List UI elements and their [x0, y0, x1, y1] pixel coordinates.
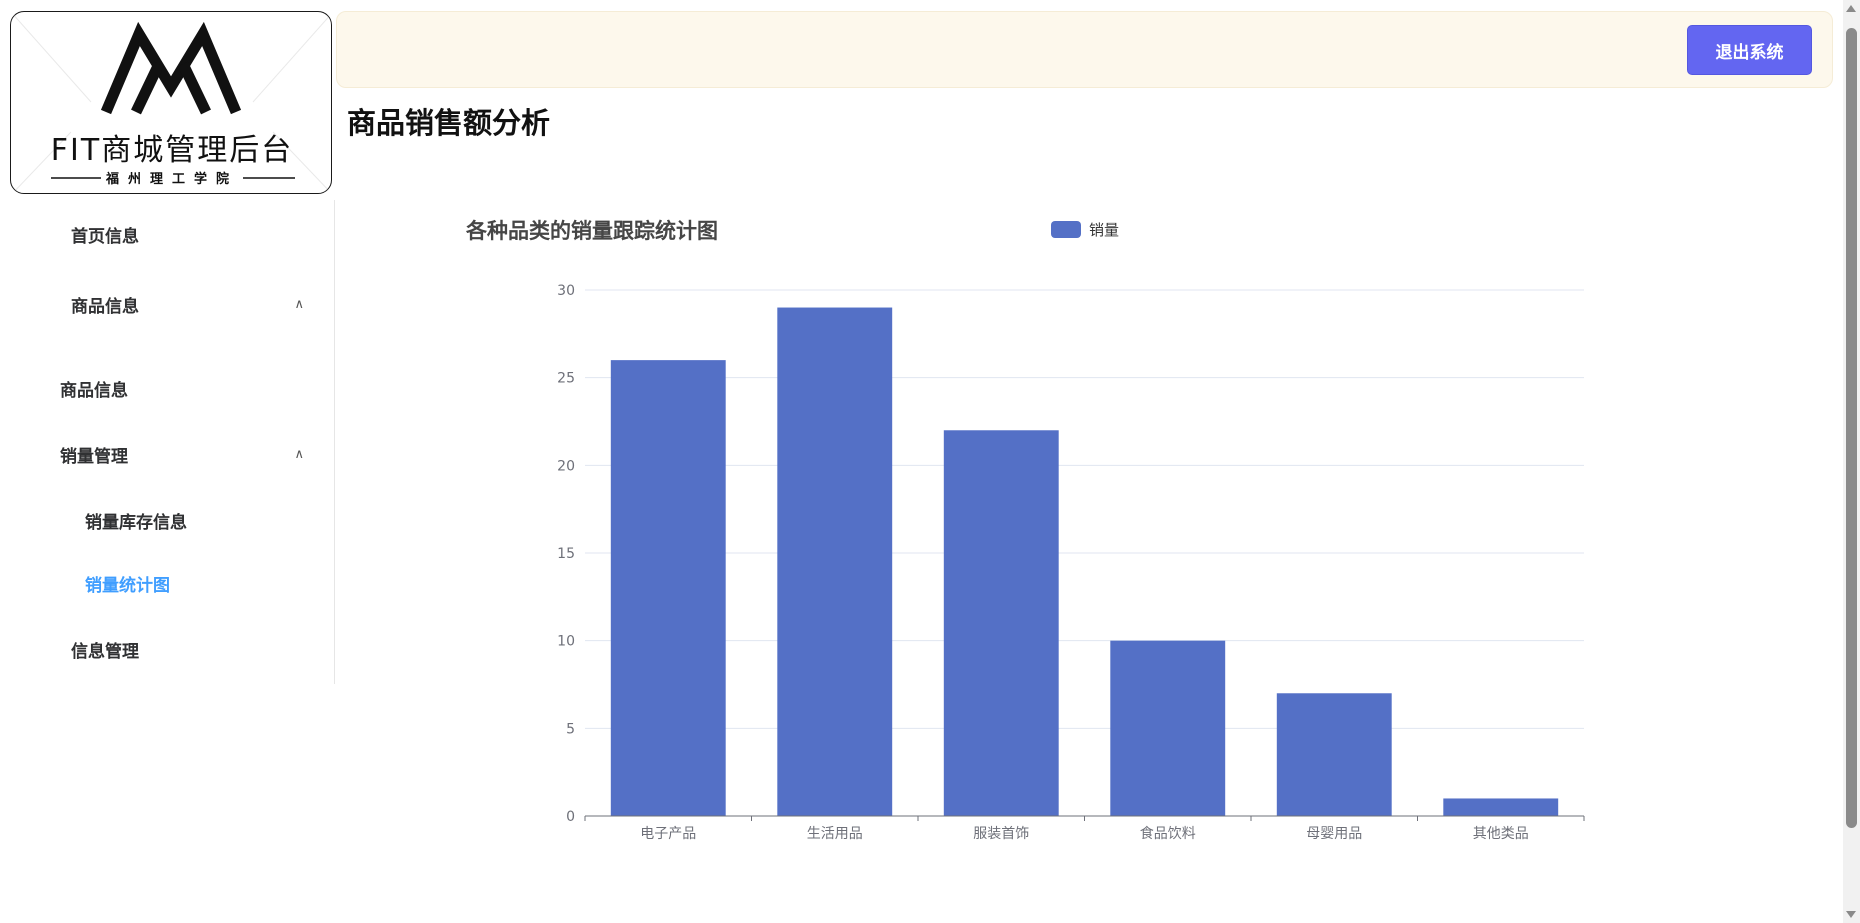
- legend-label[interactable]: 销量: [1089, 221, 1119, 239]
- y-tick-label: 15: [557, 546, 575, 562]
- bar-6[interactable]: [1443, 798, 1559, 816]
- y-tick-label: 25: [557, 371, 575, 387]
- legend-swatch[interactable]: [1051, 221, 1081, 238]
- sales-bar-chart: 各种品类的销量跟踪统计图 销量 0 5 10 15 20 25 30 电子产品 生活用品 服装首饰…: [440, 200, 1620, 860]
- sidebar-submenu-goods[interactable]: 商品信息 ∧: [10, 284, 330, 324]
- sidebar-item-info-manage[interactable]: 信息管理: [10, 629, 330, 669]
- sidebar-item-label: 销量管理: [60, 446, 128, 467]
- page-title: 商品销售额分析: [347, 106, 551, 140]
- top-header: 退出系统: [336, 11, 1833, 88]
- y-tick-label: 0: [566, 809, 575, 825]
- x-tick-label: 生活用品: [807, 826, 863, 842]
- scroll-up-icon[interactable]: [1846, 5, 1856, 12]
- chart-canvas: 各种品类的销量跟踪统计图 销量 0 5 10 15 20 25 30 电子产品 生活用品 服装首饰…: [465, 219, 1585, 842]
- page-scrollbar[interactable]: [1843, 0, 1860, 923]
- chevron-up-icon: ∧: [294, 446, 304, 462]
- sidebar-item-sales-chart[interactable]: 销量统计图: [10, 563, 330, 603]
- bar-4[interactable]: [1110, 640, 1226, 816]
- bar-3[interactable]: [943, 430, 1059, 816]
- x-tick-label: 母婴用品: [1306, 826, 1362, 842]
- y-tick-label: 30: [557, 283, 575, 299]
- x-tick-label: 服装首饰: [973, 826, 1029, 842]
- logo: FIT商城管理后台 福州理工学院: [10, 11, 332, 194]
- x-tick-label: 食品饮料: [1140, 825, 1196, 842]
- bar-2[interactable]: [777, 307, 893, 816]
- sidebar-item-sales-stock[interactable]: 销量库存信息: [10, 500, 330, 540]
- sidebar-item-label: 信息管理: [71, 641, 139, 662]
- y-tick-label: 20: [557, 458, 575, 474]
- sidebar-item-home[interactable]: 首页信息: [10, 214, 330, 254]
- sidebar-item-label: 商品信息: [71, 296, 139, 317]
- sidebar-menu: 首页信息 商品信息 ∧ 商品信息 销量管理 ∧ 销量库存信息 销量统计图 信息管…: [10, 200, 335, 684]
- chart-title: 各种品类的销量跟踪统计图: [465, 219, 718, 243]
- scroll-down-icon[interactable]: [1846, 911, 1856, 918]
- bar-5[interactable]: [1276, 693, 1392, 816]
- sidebar-submenu-sales[interactable]: 销量管理 ∧: [10, 434, 330, 474]
- sidebar-item-label: 商品信息: [60, 380, 128, 401]
- sidebar-item-label: 首页信息: [71, 226, 139, 247]
- logo-title: FIT商城管理后台: [51, 133, 293, 168]
- y-tick-label: 10: [557, 634, 575, 650]
- scroll-thumb[interactable]: [1846, 28, 1857, 828]
- sidebar-item-label: 销量库存信息: [85, 512, 187, 533]
- logo-subtitle: 福州理工学院: [105, 171, 238, 187]
- y-tick-label: 5: [566, 721, 575, 737]
- sidebar-item-label: 销量统计图: [85, 575, 170, 596]
- sidebar-item-goods-info[interactable]: 商品信息: [10, 368, 330, 408]
- x-tick-label: 其他类品: [1473, 826, 1529, 842]
- logout-button[interactable]: 退出系统: [1687, 25, 1812, 75]
- logo-mark-icon: [100, 21, 242, 115]
- bar-1[interactable]: [610, 360, 726, 816]
- chevron-up-icon: ∧: [294, 296, 304, 312]
- x-tick-label: 电子产品: [640, 826, 696, 842]
